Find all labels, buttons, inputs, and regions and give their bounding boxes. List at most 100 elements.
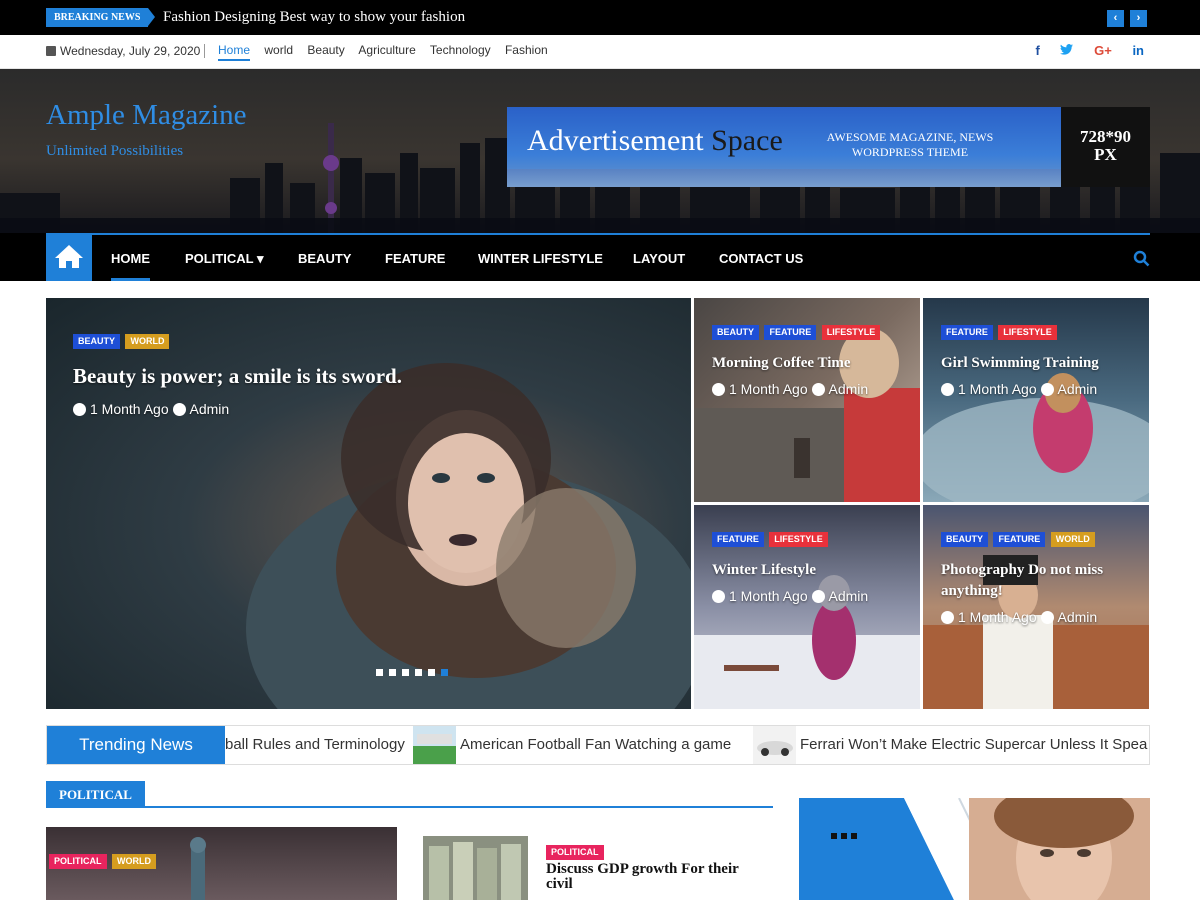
nav-beauty[interactable]: BEAUTY	[298, 251, 351, 266]
tag-feature[interactable]: FEATURE	[941, 325, 993, 340]
card-author[interactable]: Admin	[829, 588, 869, 604]
trending-thumbnail[interactable]	[753, 726, 796, 764]
main-navigation: HOME POLITICAL ▾ BEAUTY FEATURE WINTER L…	[0, 233, 1200, 281]
google-plus-icon[interactable]: G+	[1094, 43, 1112, 58]
card-tags: BEAUTY FEATURE LIFESTYLE	[712, 322, 881, 340]
tag-lifestyle[interactable]: LIFESTYLE	[998, 325, 1057, 340]
twitter-icon[interactable]	[1060, 43, 1074, 58]
card-meta: 1 Month Ago Admin	[712, 381, 868, 397]
breaking-news-headline[interactable]: Fashion Designing Best way to show your …	[163, 9, 465, 26]
breaking-news-label: BREAKING NEWS	[46, 8, 156, 27]
article-card-winter-lifestyle[interactable]: FEATURE LIFESTYLE Winter Lifestyle 1 Mon…	[694, 505, 920, 709]
clock-icon	[941, 611, 954, 624]
tag-lifestyle[interactable]: LIFESTYLE	[769, 532, 828, 547]
clock-icon	[712, 383, 725, 396]
political-heading[interactable]: POLITICAL	[46, 781, 145, 808]
article-title[interactable]: Discuss GDP growth For their civil	[546, 862, 739, 892]
trending-item[interactable]: ball Rules and Terminology	[225, 726, 405, 764]
ad-size-line1: 728*90	[1080, 127, 1131, 146]
money-thumbnail[interactable]	[423, 836, 528, 900]
nav-contact-us[interactable]: CONTACT US	[719, 251, 803, 266]
article-card-girl-swimming[interactable]: FEATURE LIFESTYLE Girl Swimming Training…	[923, 298, 1149, 502]
clock-icon	[941, 383, 954, 396]
card-time: 1 Month Ago	[729, 588, 808, 604]
card-time: 1 Month Ago	[729, 381, 808, 397]
breaking-next-button[interactable]: ›	[1130, 10, 1147, 27]
slider-dot-active[interactable]	[441, 669, 448, 676]
linkedin-icon[interactable]: in	[1132, 43, 1144, 58]
hero-main-tags: BEAUTY WORLD	[73, 331, 170, 349]
hero-main-time: 1 Month Ago	[90, 401, 169, 417]
promo-image	[799, 798, 1150, 900]
tag-beauty[interactable]: BEAUTY	[712, 325, 760, 340]
nav-layout[interactable]: LAYOUT	[633, 251, 685, 266]
top-link-fashion[interactable]: Fashion	[505, 43, 548, 57]
article-card-photography[interactable]: BEAUTY FEATURE WORLD Photography Do not …	[923, 505, 1149, 709]
nav-political[interactable]: POLITICAL ▾	[185, 251, 264, 267]
political-featured-article[interactable]: POLITICAL WORLD	[46, 827, 397, 900]
top-link-technology[interactable]: Technology	[430, 43, 491, 57]
user-icon	[811, 383, 825, 396]
card-title[interactable]: Photography Do not miss anything!	[941, 560, 1103, 602]
top-link-agriculture[interactable]: Agriculture	[358, 43, 415, 57]
card-title[interactable]: Girl Swimming Training	[941, 353, 1099, 374]
nav-feature[interactable]: FEATURE	[385, 251, 445, 266]
slider-dot[interactable]	[402, 669, 409, 676]
slider-dot[interactable]	[428, 669, 435, 676]
trending-item[interactable]: American Football Fan Watching a game	[460, 726, 731, 764]
card-meta: 1 Month Ago Admin	[712, 588, 868, 604]
divider	[204, 44, 205, 58]
slider-dot[interactable]	[415, 669, 422, 676]
nav-political-label: POLITICAL	[185, 251, 254, 266]
tag-feature[interactable]: FEATURE	[764, 325, 817, 340]
breaking-prev-button[interactable]: ‹	[1107, 10, 1124, 27]
search-icon[interactable]	[1133, 250, 1150, 272]
card-title-line2: anything!	[941, 583, 1003, 599]
card-title[interactable]: Winter Lifestyle	[712, 560, 816, 581]
tag-lifestyle[interactable]: LIFESTYLE	[821, 325, 881, 340]
top-link-beauty[interactable]: Beauty	[307, 43, 344, 57]
slider-dots	[376, 663, 454, 681]
top-menu: Home world Beauty Agriculture Technology…	[218, 43, 559, 61]
top-link-world[interactable]: world	[264, 43, 293, 57]
tag-world[interactable]: WORLD	[111, 854, 156, 869]
advertisement-banner[interactable]: Advertisement Space AWESOME MAGAZINE, NE…	[507, 107, 1150, 187]
sidebar-promo-banner[interactable]	[799, 798, 1150, 900]
card-tags: POLITICAL WORLD	[49, 851, 157, 869]
tag-feature[interactable]: FEATURE	[712, 532, 764, 547]
top-link-home[interactable]: Home	[218, 43, 251, 61]
card-title[interactable]: Morning Coffee Time	[712, 353, 851, 374]
hero-main-title[interactable]: Beauty is power; a smile is its sword.	[73, 362, 402, 390]
article-card-morning-coffee[interactable]: BEAUTY FEATURE LIFESTYLE Morning Coffee …	[694, 298, 920, 502]
tag-beauty[interactable]: BEAUTY	[941, 532, 989, 547]
trending-item[interactable]: Ferrari Won’t Make Electric Supercar Unl…	[800, 726, 1149, 764]
card-author[interactable]: Admin	[829, 381, 869, 397]
slider-dot[interactable]	[376, 669, 383, 676]
tag-beauty[interactable]: BEAUTY	[73, 334, 121, 349]
hero-main-article[interactable]: BEAUTY WORLD Beauty is power; a smile is…	[46, 298, 691, 709]
site-title[interactable]: Ample Magazine	[46, 99, 247, 132]
card-tags: FEATURE LIFESTYLE	[712, 529, 829, 547]
card-author[interactable]: Admin	[1058, 381, 1098, 397]
hero-main-author[interactable]: Admin	[190, 401, 230, 417]
facebook-icon[interactable]: f	[1036, 43, 1040, 58]
tag-political[interactable]: POLITICAL	[49, 854, 107, 869]
home-button[interactable]	[46, 233, 92, 281]
tag-world[interactable]: WORLD	[1050, 532, 1095, 547]
tag-world[interactable]: WORLD	[125, 334, 170, 349]
site-tagline: Unlimited Possibilities	[46, 143, 184, 159]
social-links: f G+ in	[1019, 43, 1145, 58]
tag-political[interactable]: POLITICAL	[546, 845, 604, 860]
trending-thumbnail[interactable]	[413, 726, 456, 764]
home-icon	[55, 245, 83, 268]
nav-winter-lifestyle[interactable]: WINTER LIFESTYLE	[478, 251, 603, 266]
tag-feature[interactable]: FEATURE	[993, 532, 1046, 547]
slider-dot[interactable]	[389, 669, 396, 676]
card-author[interactable]: Admin	[1058, 609, 1098, 625]
nav-home[interactable]: HOME	[111, 251, 150, 281]
political-section-header: POLITICAL	[46, 781, 773, 808]
ad-subtitle-line2: WORDPRESS THEME	[851, 145, 969, 159]
calendar-icon	[46, 46, 56, 56]
card-tags: BEAUTY FEATURE WORLD	[941, 529, 1096, 547]
ad-subtitle-line1: AWESOME MAGAZINE, NEWS	[826, 130, 994, 144]
